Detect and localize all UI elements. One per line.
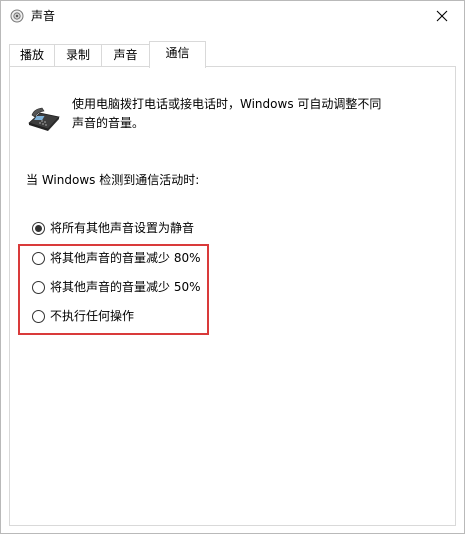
- description-line-2: 声音的音量。: [72, 116, 145, 130]
- option-label: 将所有其他声音设置为静音: [50, 221, 195, 235]
- close-button[interactable]: [420, 1, 464, 31]
- sound-dialog: 声音 播放 录制 声音 通信 使用电脑拨打电话或接电话时，Windows 可自动…: [0, 0, 465, 534]
- telephone-icon: [26, 103, 62, 133]
- highlight-annotation-box: [18, 244, 209, 335]
- tab-recording[interactable]: 录制: [54, 44, 102, 66]
- tab-strip: 播放 录制 声音 通信: [9, 41, 456, 68]
- window-title: 声音: [31, 9, 56, 23]
- radio-mute-all[interactable]: [32, 221, 45, 235]
- tab-sounds[interactable]: 声音: [101, 44, 150, 66]
- description-text: 使用电脑拨打电话或接电话时，Windows 可自动调整不同 声音的音量。: [72, 95, 402, 133]
- tab-playback[interactable]: 播放: [9, 44, 55, 66]
- title-bar: 声音: [1, 1, 464, 31]
- section-label: 当 Windows 检测到通信活动时:: [26, 173, 200, 187]
- communications-panel: 使用电脑拨打电话或接电话时，Windows 可自动调整不同 声音的音量。 当 W…: [9, 66, 456, 526]
- option-mute-all[interactable]: 将所有其他声音设置为静音: [32, 219, 194, 237]
- description-line-1: 使用电脑拨打电话或接电话时，Windows 可自动调整不同: [72, 97, 382, 111]
- close-icon: [436, 10, 448, 22]
- tab-communications[interactable]: 通信: [149, 41, 206, 68]
- speaker-icon: [10, 9, 24, 23]
